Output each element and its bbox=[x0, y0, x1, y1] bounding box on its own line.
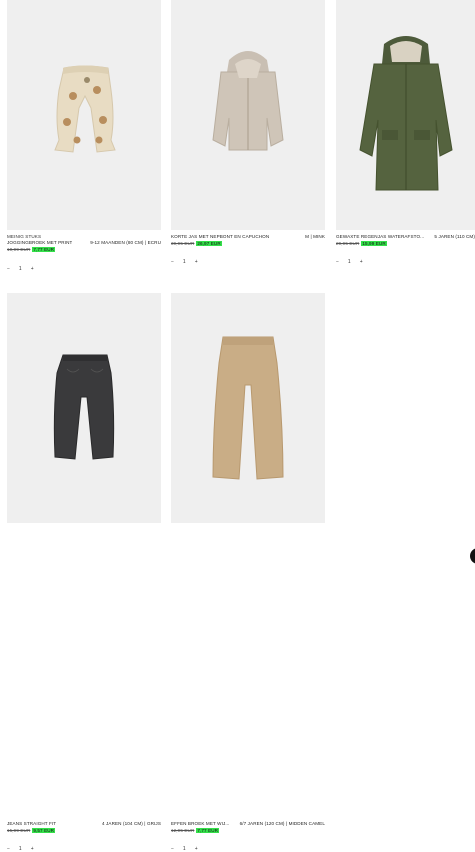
old-price: 39,95 EUR bbox=[171, 241, 195, 246]
quantity-stepper[interactable]: − 1 + bbox=[171, 846, 198, 852]
sale-price: 26,97 EUR bbox=[196, 241, 222, 246]
quantity-value: 1 bbox=[182, 259, 186, 265]
chat-bubble-button[interactable] bbox=[470, 548, 475, 564]
decrease-button[interactable]: − bbox=[7, 266, 10, 272]
quantity-value: 1 bbox=[182, 846, 186, 852]
product-image[interactable] bbox=[7, 0, 161, 230]
product-size: 9-12 MAANDEN (80 CM) | ECRU bbox=[90, 240, 161, 245]
product-image[interactable] bbox=[7, 293, 161, 523]
increase-button[interactable]: + bbox=[31, 266, 34, 272]
decrease-button[interactable]: − bbox=[7, 846, 10, 852]
quantity-value: 1 bbox=[347, 259, 351, 265]
decrease-button[interactable]: − bbox=[336, 259, 339, 265]
increase-button[interactable]: + bbox=[360, 259, 363, 265]
quantity-stepper[interactable]: − 1 + bbox=[171, 259, 198, 265]
product-image[interactable] bbox=[336, 0, 475, 230]
increase-button[interactable]: + bbox=[195, 846, 198, 852]
jeans-illustration bbox=[53, 354, 115, 460]
product-name[interactable]: JOGGINGBROEK MET PRINT bbox=[7, 240, 72, 246]
sale-price: 9,57 EUR bbox=[32, 828, 56, 833]
product-image[interactable] bbox=[171, 293, 325, 523]
quantity-stepper[interactable]: − 1 + bbox=[7, 266, 34, 272]
quantity-stepper[interactable]: − 1 + bbox=[336, 259, 363, 265]
decrease-button[interactable]: − bbox=[171, 259, 174, 265]
old-price: 10,99 EUR bbox=[7, 247, 31, 252]
sale-price: 7,77 EUR bbox=[32, 247, 56, 252]
product-size: 4 JAREN (104 CM) | GRIJS bbox=[102, 821, 161, 826]
product-size: 5 JAREN (110 CM) bbox=[434, 234, 475, 239]
sale-price: 7,77 EUR bbox=[196, 828, 220, 833]
sale-price: 15,99 EUR bbox=[361, 241, 387, 246]
old-price: 12,95 EUR bbox=[171, 828, 195, 833]
joggers-illustration bbox=[54, 65, 116, 153]
product-name[interactable]: EFFEN BROEK MET WIJ... bbox=[171, 821, 230, 827]
raincoat-illustration bbox=[359, 36, 453, 191]
product-size: M | MINK bbox=[305, 234, 325, 239]
quantity-value: 1 bbox=[18, 266, 22, 272]
quantity-value: 1 bbox=[18, 846, 22, 852]
old-price: 15,99 EUR bbox=[7, 828, 31, 833]
increase-button[interactable]: + bbox=[31, 846, 34, 852]
jacket-illustration bbox=[212, 51, 284, 151]
quantity-stepper[interactable]: − 1 + bbox=[7, 846, 34, 852]
product-name[interactable]: GEWAXTE REGENJAS WATERAFSTO... bbox=[336, 234, 424, 240]
decrease-button[interactable]: − bbox=[171, 846, 174, 852]
trousers-illustration bbox=[212, 336, 284, 480]
old-price: 29,95 EUR bbox=[336, 241, 360, 246]
product-image[interactable] bbox=[171, 0, 325, 230]
product-name[interactable]: JEANS STRAIGHT FIT bbox=[7, 821, 56, 827]
product-size: 6/7 JAREN (120 CM) | MIDDEN CAMEL bbox=[239, 821, 325, 826]
product-name[interactable]: KORTE JAS MET NEPBONT EN CAPUCHON bbox=[171, 234, 269, 240]
increase-button[interactable]: + bbox=[195, 259, 198, 265]
